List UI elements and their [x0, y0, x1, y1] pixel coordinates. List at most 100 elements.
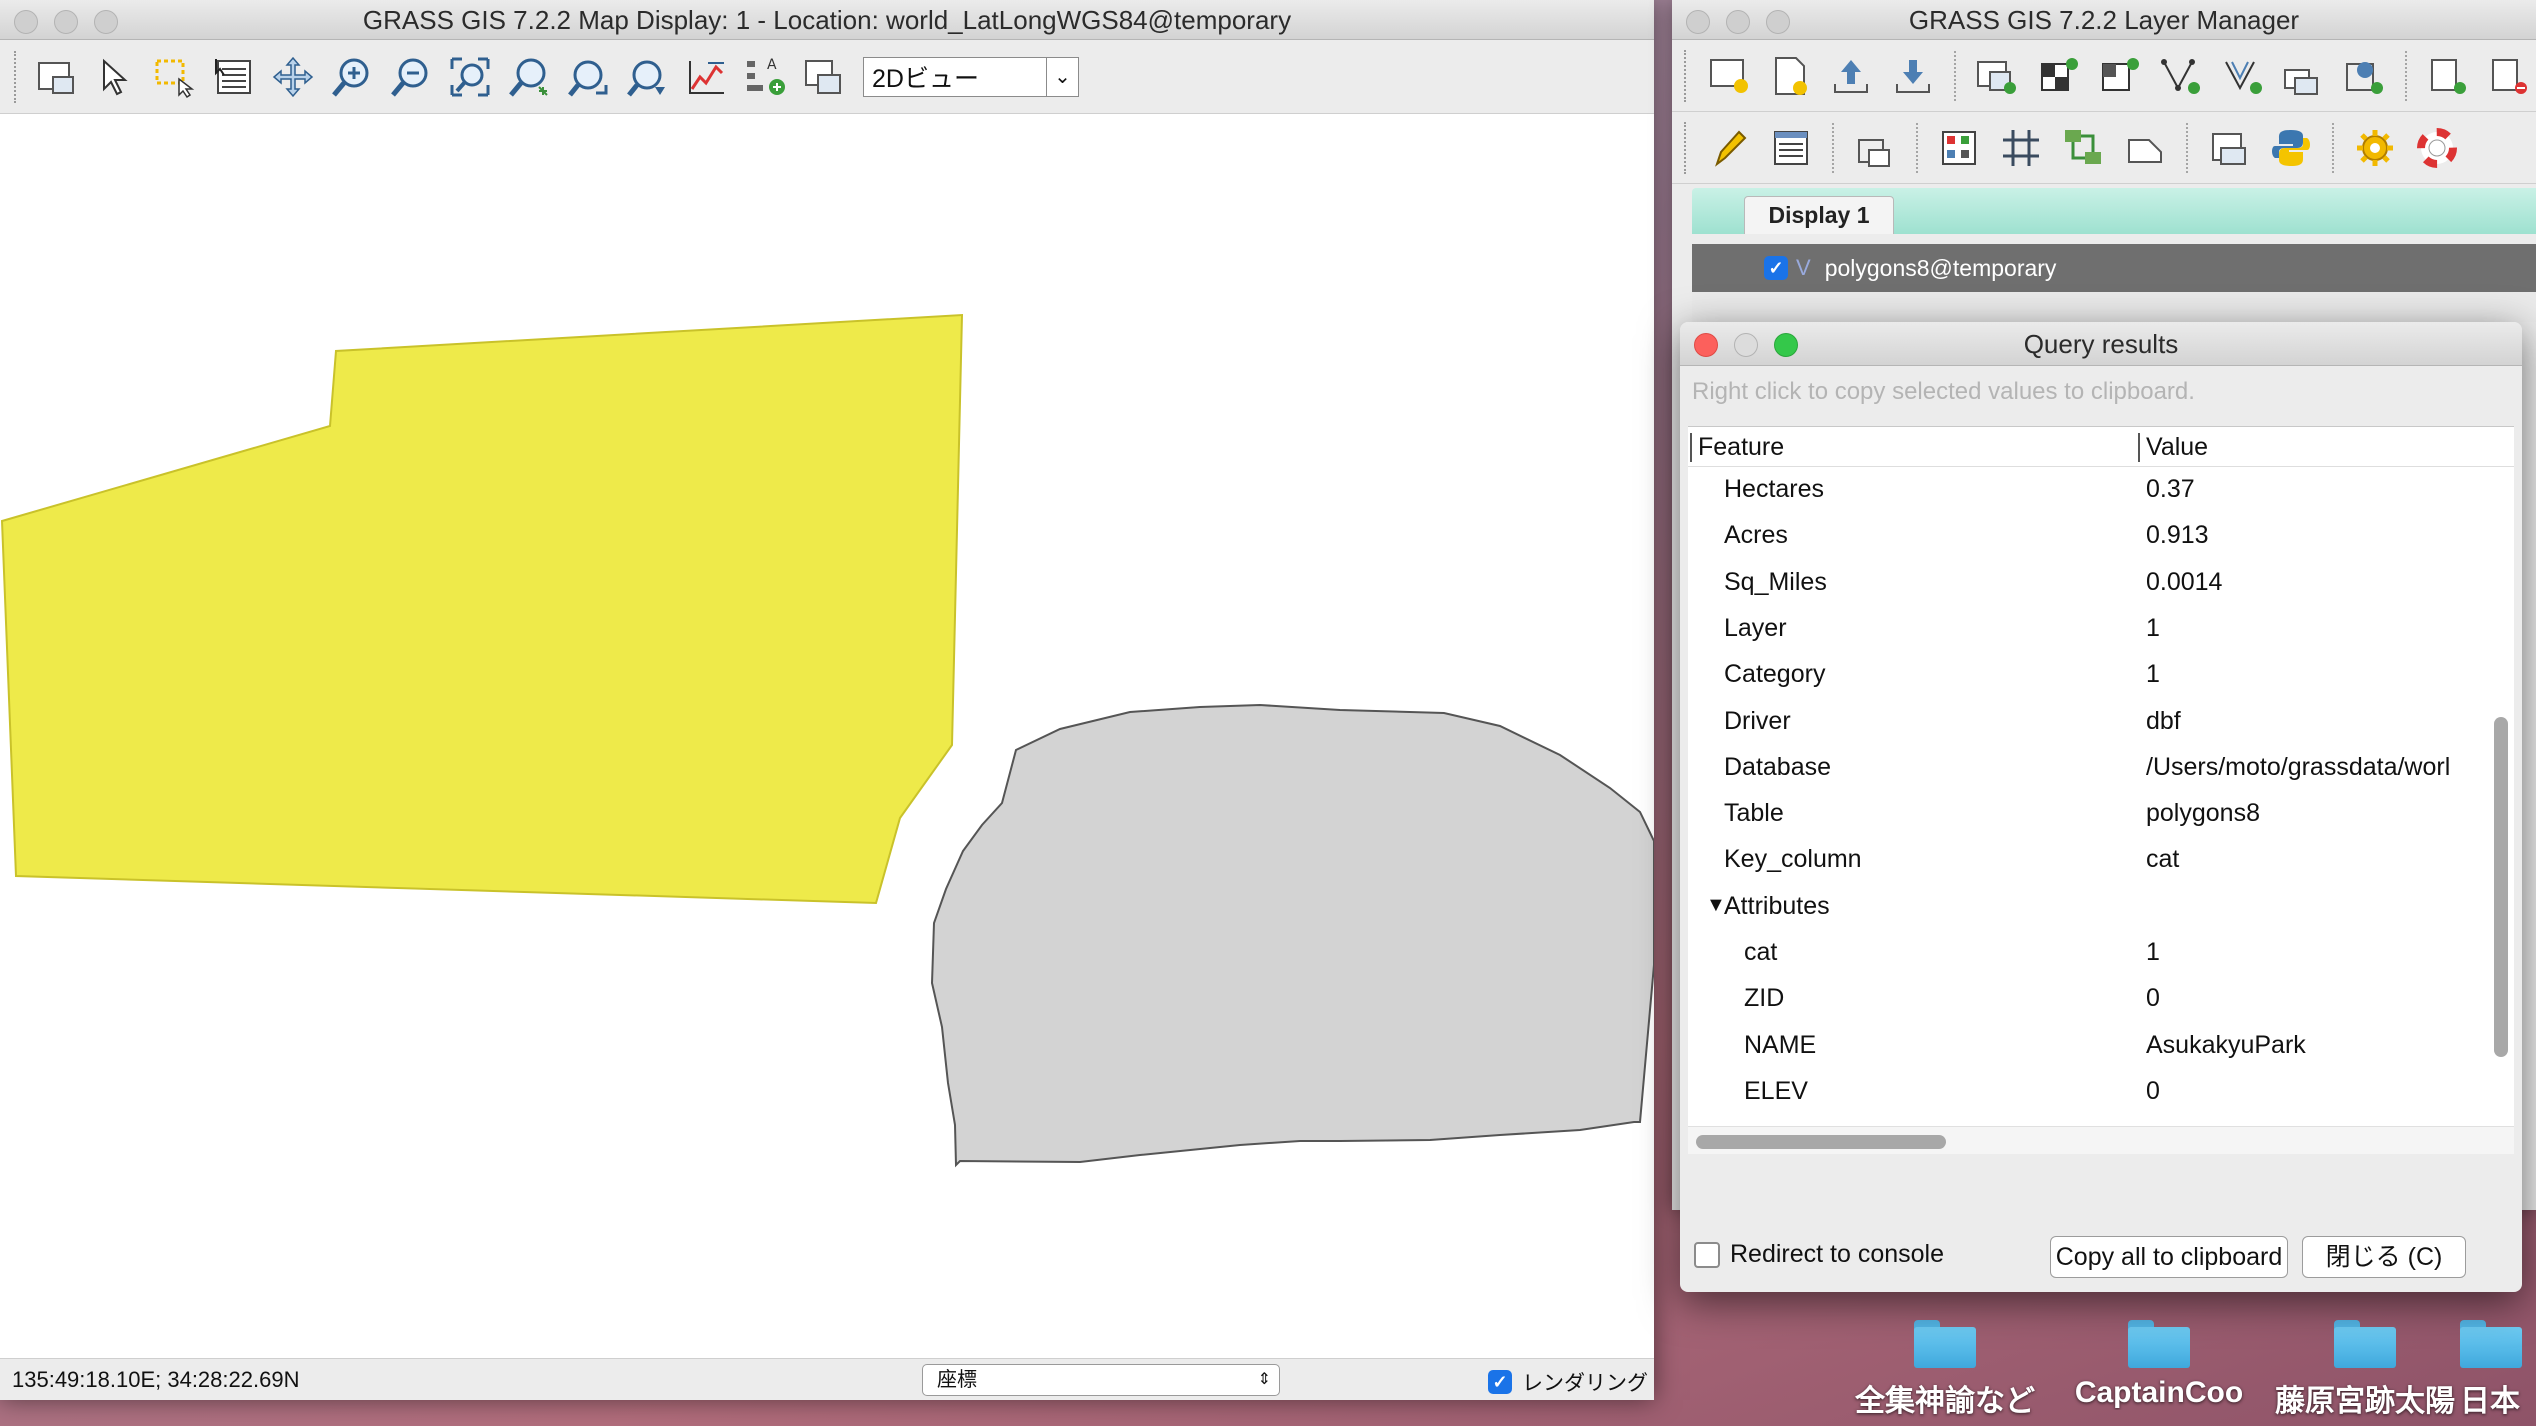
zoom-in-icon [332, 58, 369, 97]
zoom-extent-button[interactable] [444, 51, 496, 103]
layer-manager-titlebar[interactable]: GRASS GIS 7.2.2 Layer Manager [1672, 0, 2536, 40]
edit-vector-button[interactable] [1702, 122, 1756, 174]
tree-group-attributes[interactable]: ▼ Attributes [1688, 884, 2488, 930]
horizontal-scroll-track[interactable] [1688, 1126, 2514, 1154]
new-workspace-button[interactable] [1763, 50, 1816, 102]
feature-cell: Layer [1724, 613, 1787, 642]
column-header-value[interactable]: Value [2138, 433, 2208, 462]
add-vector-button[interactable] [2092, 50, 2145, 102]
tree-row[interactable]: Hectares 0.37 [1688, 467, 2488, 513]
add-vector-theme-button[interactable] [2215, 50, 2268, 102]
tree-row[interactable]: Acres 0.913 [1688, 513, 2488, 559]
tab-display-1[interactable]: Display 1 [1744, 196, 1894, 234]
layer-properties-button[interactable] [1848, 122, 1902, 174]
script-button[interactable] [2202, 122, 2256, 174]
zoom-back-button[interactable] [562, 51, 614, 103]
display-map-button[interactable] [31, 51, 83, 103]
tree-row[interactable]: cat 1 [1688, 930, 2488, 976]
tree-row[interactable]: Key_column cat [1688, 837, 2488, 883]
tree-row[interactable]: Layer 1 [1688, 606, 2488, 652]
view-mode-value: 2Dビュー [872, 64, 979, 93]
query-button[interactable] [208, 51, 260, 103]
vector-layer-icon: V [1796, 255, 1811, 280]
remove-layer-button[interactable] [2483, 50, 2536, 102]
checkbox-unchecked-icon[interactable] [1694, 1241, 1720, 1268]
updown-chevron-icon: ⇕ [1257, 1371, 1271, 1388]
query-results-tree[interactable]: Feature Value Hectares 0.37 Acres 0.913 Sq_M… [1688, 426, 2514, 1154]
calculator-button[interactable] [1932, 122, 1986, 174]
feature-cell: ZID [1744, 984, 1785, 1013]
analyze-button[interactable] [680, 51, 732, 103]
help-button[interactable] [2410, 122, 2464, 174]
add-overlay-layer-button[interactable] [2276, 50, 2329, 102]
tree-row[interactable]: Driver dbf [1688, 699, 2488, 745]
redirect-to-console-checkbox[interactable]: Redirect to console [1694, 1240, 1944, 1269]
add-raster-map-button[interactable] [2031, 50, 2084, 102]
toolbar-grip[interactable] [1684, 49, 1690, 102]
tree-row[interactable]: Sq_Miles 0.0014 [1688, 560, 2488, 606]
map-titlebar[interactable]: GRASS GIS 7.2.2 Map Display: 1 - Locatio… [0, 0, 1654, 40]
georectify-button[interactable] [2118, 122, 2172, 174]
checkbox-checked-icon[interactable]: ✓ [1488, 1370, 1512, 1394]
column-header-feature[interactable]: Feature [1690, 433, 1784, 462]
zoom-out-icon [391, 58, 428, 97]
horizontal-scrollbar[interactable] [1696, 1135, 1946, 1149]
zoom-in-button[interactable] [326, 51, 378, 103]
add-vector-map-button[interactable] [2154, 50, 2207, 102]
layer-tree-row[interactable]: ✓ V polygons8@temporary [1692, 244, 2536, 292]
tree-row[interactable]: ICON81 [1688, 1115, 2488, 1117]
add-group-button[interactable] [2338, 50, 2391, 102]
grid-button[interactable] [1994, 122, 2048, 174]
view-mode-select[interactable]: 2Dビュー ⌄ [863, 56, 1079, 97]
desktop-folder[interactable]: CaptainCoo [2044, 1320, 2274, 1410]
new-display-button[interactable] [1702, 50, 1755, 102]
tree-row[interactable]: ZID 0 [1688, 976, 2488, 1022]
zoom-menu-button[interactable] [621, 51, 673, 103]
vertical-scrollbar[interactable] [2494, 717, 2508, 1057]
query-footer: Redirect to console Copy all to clipboar… [1680, 1236, 2522, 1292]
calculator-icon [1942, 130, 1976, 165]
polygon[interactable] [930, 703, 1654, 1168]
zoom-out-button[interactable] [385, 51, 437, 103]
expand-triangle-icon[interactable]: ▼ [1706, 894, 1726, 917]
zoom-region-button[interactable] [503, 51, 555, 103]
add-overlay-button[interactable]: A [739, 51, 791, 103]
status-mode-select[interactable]: 座標 ⇕ [922, 1364, 1280, 1396]
pointer-button[interactable] [90, 51, 142, 103]
tree-row[interactable]: Category 1 [1688, 652, 2488, 698]
python-shell-button[interactable] [2264, 122, 2318, 174]
tree-row[interactable]: Table polygons8 [1688, 791, 2488, 837]
modeler-button[interactable] [2056, 122, 2110, 174]
query-titlebar[interactable]: Query results [1680, 322, 2522, 366]
render-toggle[interactable]: ✓ レンダリング [1488, 1367, 1648, 1397]
tree-row[interactable]: Database/Users/moto/grassdata/worl [1688, 745, 2488, 791]
map-toolbar: A 2Dビュー ⌄ [0, 40, 1654, 114]
open-workspace-button[interactable] [1825, 50, 1878, 102]
coordinates-readout: 135:49:18.10E; 34:28:22.69N [12, 1367, 300, 1392]
copy-all-button[interactable]: Copy all to clipboard [2050, 1236, 2288, 1278]
toolbar-grip[interactable] [1684, 121, 1690, 174]
checkbox-checked-icon[interactable]: ✓ [1764, 256, 1788, 280]
tree-row[interactable]: NAME AsukakyuPark [1688, 1023, 2488, 1069]
value-cell: dbf [2146, 706, 2181, 735]
desktop-folder[interactable]: 日本 [2460, 1320, 2536, 1420]
desktop-folder[interactable]: 藤原宮跡太陽 [2250, 1320, 2480, 1420]
settings-button[interactable] [2348, 122, 2402, 174]
add-vector-icon [2101, 57, 2139, 91]
add-raster-button[interactable] [1970, 50, 2023, 102]
feature-cell: ELEV [1744, 1076, 1808, 1105]
attribute-table-button[interactable] [1764, 122, 1818, 174]
map-canvas[interactable] [0, 115, 1654, 1358]
feature-cell: Key_column [1724, 845, 1862, 874]
add-command-layer-button[interactable] [2421, 50, 2474, 102]
select-button[interactable] [149, 51, 201, 103]
toolbar-grip[interactable] [14, 50, 20, 103]
close-button[interactable]: 閉じる (C) [2302, 1236, 2466, 1278]
desktop-folder-label: 全集神諭など [1855, 1385, 2035, 1418]
pan-button[interactable] [267, 51, 319, 103]
save-display-button[interactable] [798, 51, 850, 103]
save-workspace-button[interactable] [1886, 50, 1939, 102]
selected-polygon[interactable] [0, 313, 964, 905]
desktop-folder[interactable]: 全集神諭など [1830, 1320, 2060, 1420]
tree-row[interactable]: ELEV 0 [1688, 1069, 2488, 1115]
